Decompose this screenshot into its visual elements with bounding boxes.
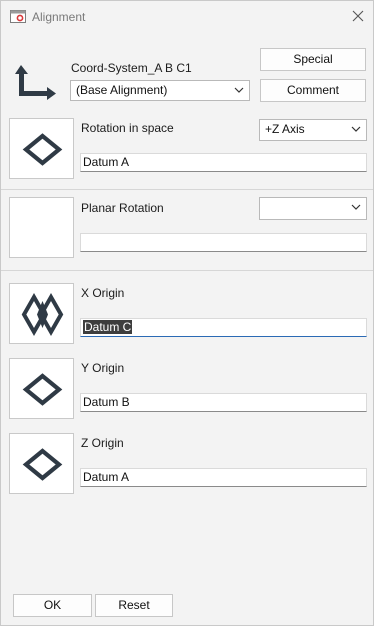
chevron-down-icon [234,87,244,93]
comment-button[interactable]: Comment [260,79,366,102]
rotation-datum-symbol[interactable] [9,118,74,179]
x-origin-datum-symbol[interactable] [9,283,74,344]
rotation-datum-field[interactable]: Datum A [80,153,367,172]
z-origin-datum-symbol[interactable] [9,433,74,494]
chevron-down-icon [351,126,361,132]
alignment-dialog: Alignment Coord-System_A B C1 (Base Alig… [0,0,374,626]
double-diamond-datum-icon [21,292,64,337]
section-divider [1,270,373,271]
coord-system-label: Coord-System_A B C1 [71,61,192,75]
planar-datum-field[interactable] [80,233,367,252]
y-origin-datum-symbol[interactable] [9,358,74,419]
x-origin-label: X Origin [81,286,125,300]
chevron-down-icon [351,204,361,210]
diamond-datum-icon [22,448,63,481]
rotation-axis-value: +Z Axis [265,122,305,136]
ok-button[interactable]: OK [13,594,92,617]
section-divider [1,189,373,190]
app-icon [10,10,26,23]
z-origin-datum-field[interactable]: Datum A [80,468,367,487]
y-origin-datum-field[interactable]: Datum B [80,393,367,412]
x-origin-selected-text: Datum C [83,320,133,334]
alignment-select-value: (Base Alignment) [76,83,168,97]
special-button[interactable]: Special [260,48,366,71]
reset-button[interactable]: Reset [95,594,173,617]
planar-axis-select[interactable] [259,197,367,220]
close-icon[interactable] [350,8,366,24]
planar-datum-symbol[interactable] [9,197,74,258]
planar-rotation-label: Planar Rotation [81,201,164,215]
z-origin-label: Z Origin [81,436,124,450]
title-bar: Alignment [1,1,373,32]
alignment-select[interactable]: (Base Alignment) [70,80,250,101]
diamond-datum-icon [22,133,63,166]
diamond-datum-icon [22,373,63,406]
rotation-axis-select[interactable]: +Z Axis [259,119,367,141]
coordinate-axes-icon [15,65,56,100]
x-origin-datum-field[interactable]: Datum C [80,318,367,337]
rotation-in-space-label: Rotation in space [81,121,174,135]
y-origin-label: Y Origin [81,361,125,375]
window-title: Alignment [32,10,86,24]
